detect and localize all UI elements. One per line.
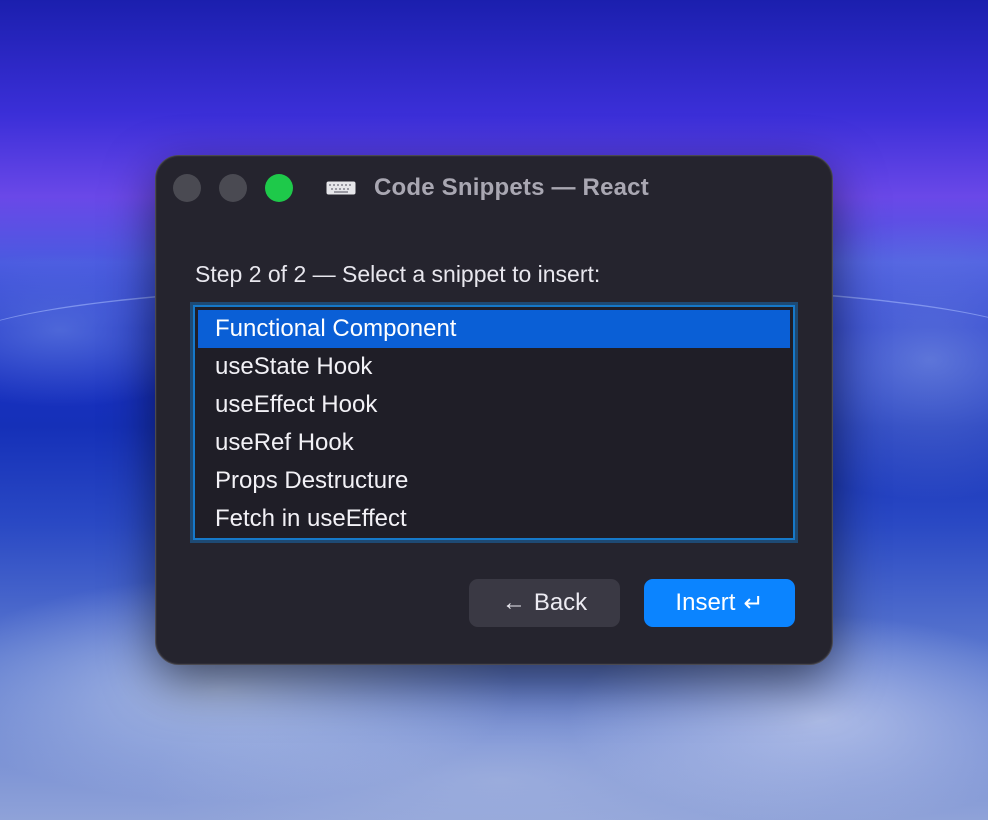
desktop-background: Code Snippets — React Step 2 of 2 — Sele…: [0, 0, 988, 820]
list-item-fetch-in-useeffect[interactable]: Fetch in useEffect: [198, 500, 790, 538]
minimize-button[interactable]: [219, 174, 247, 202]
list-item-functional-component[interactable]: Functional Component: [198, 310, 790, 348]
insert-button-label: Insert: [675, 589, 736, 616]
arrow-left-icon: ←: [501, 589, 526, 616]
list-item-usestate-hook[interactable]: useState Hook: [198, 348, 790, 386]
snippet-dialog-window: Code Snippets — React Step 2 of 2 — Sele…: [155, 155, 833, 665]
title-bar[interactable]: Code Snippets — React: [156, 156, 832, 220]
close-button[interactable]: [173, 174, 201, 202]
back-button[interactable]: ← Back: [469, 579, 620, 627]
list-item-useeffect-hook[interactable]: useEffect Hook: [198, 386, 790, 424]
window-title: Code Snippets — React: [374, 174, 649, 201]
window-title-group: Code Snippets — React: [326, 172, 649, 204]
keyboard-icon: [326, 181, 356, 195]
list-item-useref-hook[interactable]: useRef Hook: [198, 424, 790, 462]
insert-button[interactable]: Insert ↵: [644, 579, 795, 627]
snippet-listbox[interactable]: Functional Component useState Hook useEf…: [193, 305, 795, 540]
step-prompt: Step 2 of 2 — Select a snippet to insert…: [195, 261, 601, 287]
zoom-button[interactable]: [265, 174, 293, 202]
return-icon: ↵: [743, 589, 764, 617]
back-button-label: Back: [533, 589, 588, 616]
list-item-props-destructure[interactable]: Props Destructure: [198, 462, 790, 500]
